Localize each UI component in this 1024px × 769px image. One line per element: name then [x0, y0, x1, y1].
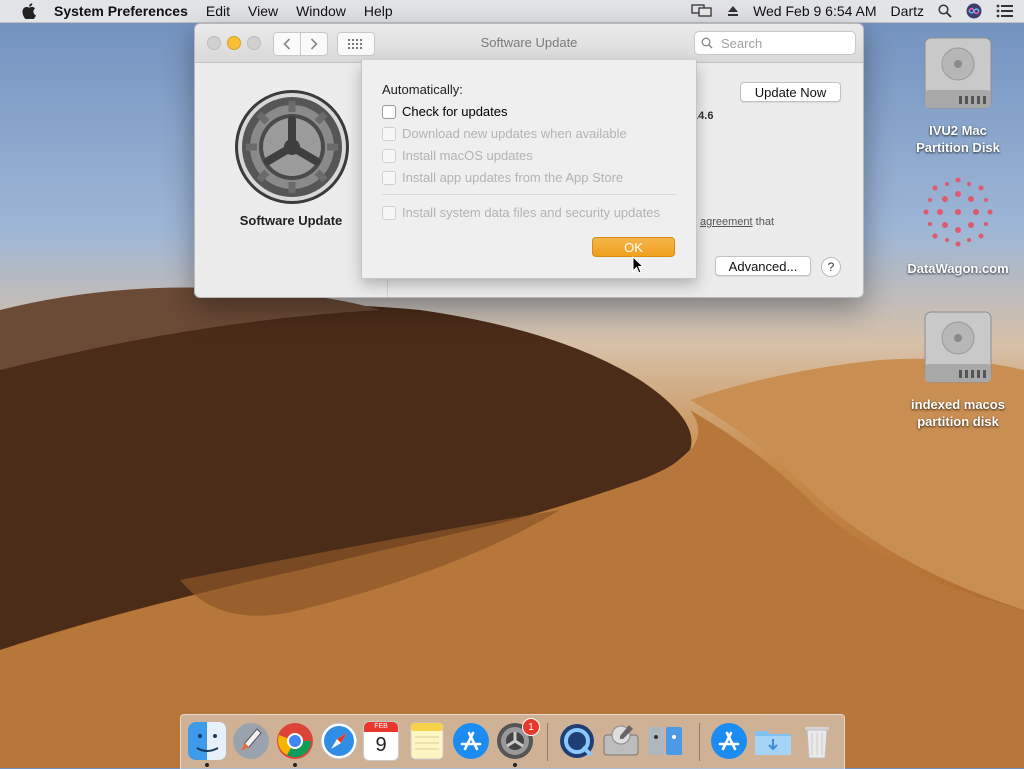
- menu-window[interactable]: Window: [296, 3, 346, 19]
- notification-badge: 1: [522, 718, 540, 736]
- advanced-button[interactable]: Advanced...: [715, 256, 811, 276]
- calendar-day: 9: [375, 734, 387, 756]
- window-titlebar[interactable]: Software Update: [195, 24, 863, 63]
- checkbox: [382, 126, 396, 141]
- checkbox: [382, 205, 396, 220]
- search-input[interactable]: [719, 34, 851, 52]
- calendar-month: FEB: [364, 722, 398, 732]
- checkbox: [382, 148, 396, 163]
- notification-center-icon[interactable]: [996, 4, 1014, 18]
- desktop-icon-label: partition disk: [917, 414, 999, 429]
- calendar-icon[interactable]: FEB 9: [363, 721, 399, 761]
- app-store-downloads-icon[interactable]: [709, 721, 749, 761]
- spotlight-search-icon[interactable]: [938, 4, 952, 18]
- menu-user[interactable]: Dartz: [891, 3, 924, 19]
- quicktime-icon[interactable]: [557, 721, 597, 761]
- option-label: Install system data files and security u…: [402, 205, 660, 220]
- search-icon: [701, 37, 713, 49]
- chrome-icon[interactable]: [275, 721, 315, 761]
- option-label: Install app updates from the App Store: [402, 170, 624, 185]
- update-now-button[interactable]: Update Now: [740, 82, 841, 102]
- running-indicator: [293, 763, 297, 767]
- disk-utility-icon[interactable]: [601, 721, 641, 761]
- app-store-icon[interactable]: [451, 721, 491, 761]
- running-indicator: [205, 763, 209, 767]
- dock-separator: [699, 723, 700, 761]
- help-button[interactable]: ?: [821, 257, 841, 277]
- option-label: Install macOS updates: [402, 148, 533, 163]
- trash-icon[interactable]: [797, 721, 837, 761]
- drive-icon: [924, 311, 992, 383]
- checkbox[interactable]: [382, 104, 396, 119]
- eject-icon[interactable]: [727, 5, 739, 17]
- install-system-data-option: Install system data files and security u…: [382, 205, 660, 220]
- apple-menu-icon[interactable]: [18, 0, 40, 22]
- pref-pane-label: Software Update: [239, 213, 343, 228]
- image-icon: [923, 177, 993, 247]
- search-field[interactable]: [694, 31, 856, 55]
- dock-separator: [547, 723, 548, 761]
- desktop-icon-datawagon[interactable]: DataWagon.com: [903, 172, 1013, 277]
- checkbox: [382, 170, 396, 185]
- mouse-cursor-icon: [632, 256, 644, 274]
- option-label: Check for updates: [402, 104, 508, 119]
- license-agreement-rest: that: [752, 216, 774, 228]
- notes-icon[interactable]: [407, 721, 447, 761]
- license-agreement-link[interactable]: agreement: [700, 216, 753, 228]
- software-update-gear-icon: [235, 90, 349, 204]
- download-updates-option: Download new updates when available: [382, 126, 627, 141]
- check-for-updates-option[interactable]: Check for updates: [382, 104, 508, 119]
- downloads-folder-icon[interactable]: [753, 721, 793, 761]
- desktop-icon-label: DataWagon.com: [907, 261, 1009, 276]
- option-label: Download new updates when available: [402, 126, 627, 141]
- desktop-icon-label: IVU2 Mac: [929, 123, 987, 138]
- sheet-heading: Automatically:: [382, 82, 463, 97]
- install-macos-updates-option: Install macOS updates: [382, 148, 533, 163]
- safari-icon[interactable]: [319, 721, 359, 761]
- launchpad-icon[interactable]: [231, 721, 271, 761]
- menu-app-name[interactable]: System Preferences: [54, 3, 188, 19]
- siri-icon[interactable]: [966, 3, 982, 19]
- sheet-separator: [382, 194, 676, 195]
- menu-edit[interactable]: Edit: [206, 3, 230, 19]
- desktop-wallpaper: [0, 287, 1024, 768]
- desktop-icon-ivu2-mac[interactable]: IVU2 Mac Partition Disk: [903, 34, 1013, 156]
- desktop-icon-label: indexed macos: [911, 397, 1005, 412]
- running-indicator: [513, 763, 517, 767]
- finder-icon[interactable]: [187, 721, 227, 761]
- license-agreement-text: agreement that: [700, 216, 774, 228]
- desktop-icon-label: Partition Disk: [916, 140, 1000, 155]
- menu-bar: System Preferences Edit View Window Help…: [0, 0, 1024, 23]
- menu-help[interactable]: Help: [364, 3, 393, 19]
- menu-view[interactable]: View: [248, 3, 278, 19]
- desktop-icon-indexed-macos[interactable]: indexed macos partition disk: [903, 308, 1013, 430]
- drive-icon: [924, 37, 992, 109]
- automatic-updates-sheet: Automatically: Check for updates Downloa…: [361, 60, 697, 279]
- display-mirroring-icon[interactable]: [691, 4, 713, 18]
- ok-button[interactable]: OK: [592, 237, 675, 257]
- install-app-updates-option: Install app updates from the App Store: [382, 170, 623, 185]
- dock: FEB 9 1: [180, 714, 845, 769]
- menu-clock[interactable]: Wed Feb 9 6:54 AM: [753, 3, 876, 19]
- migration-assistant-icon[interactable]: [645, 721, 685, 761]
